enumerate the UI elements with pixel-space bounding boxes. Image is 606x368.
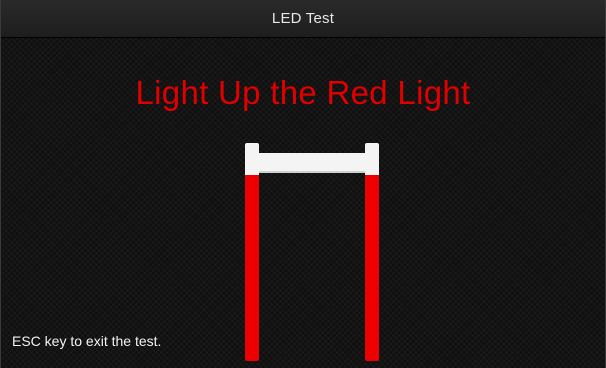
led-crossbar-segment [259, 153, 365, 173]
led-post-left [245, 143, 259, 361]
led-test-window: LED Test Light Up the Red Light ESC key … [0, 0, 606, 368]
led-post-left-segment [245, 175, 259, 361]
title-bar: LED Test [1, 0, 605, 38]
led-post-right [365, 143, 379, 361]
test-instruction: Light Up the Red Light [135, 74, 471, 111]
led-post-right-cap [365, 143, 379, 175]
led-post-left-cap [245, 143, 259, 175]
window-title: LED Test [271, 10, 335, 27]
led-diagram [244, 143, 381, 361]
exit-hint: ESC key to exit the test. [12, 333, 162, 349]
led-post-right-segment [365, 175, 379, 361]
